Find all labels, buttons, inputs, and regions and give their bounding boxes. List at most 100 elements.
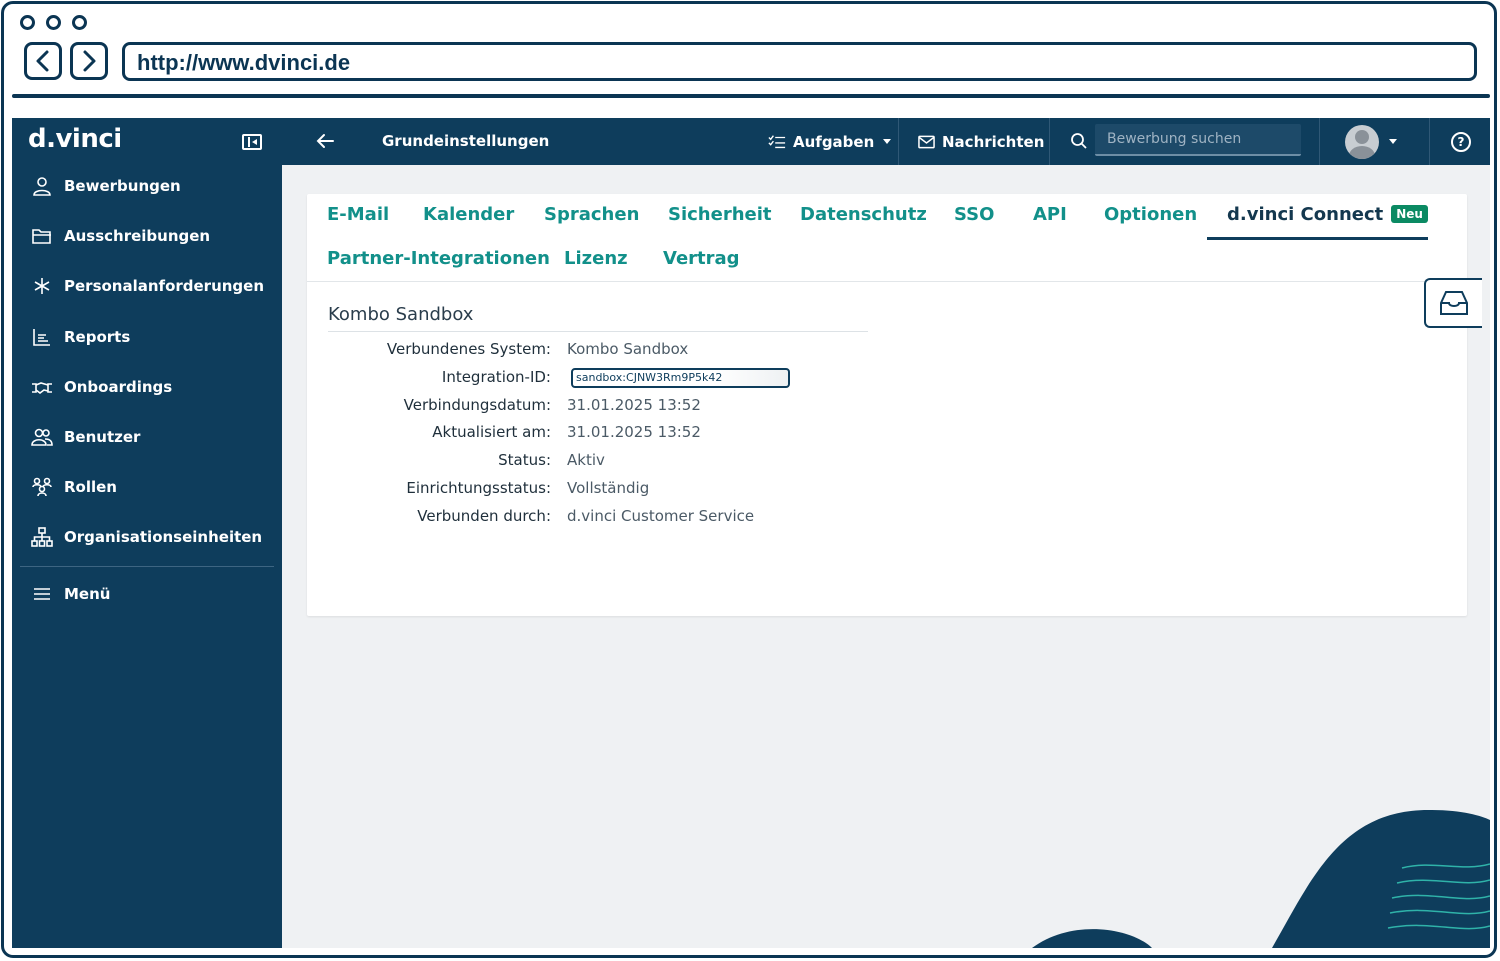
asterisk-icon xyxy=(30,274,54,298)
field-value: d.vinci Customer Service xyxy=(567,507,755,525)
browser-back-button[interactable] xyxy=(24,42,62,80)
messages-button[interactable]: Nachrichten xyxy=(918,118,1044,165)
tab-api[interactable]: API xyxy=(1033,204,1067,225)
url-text: http://www.dvinci.de xyxy=(137,50,351,75)
tasks-dropdown[interactable]: Aufgaben xyxy=(768,118,892,165)
search-icon[interactable] xyxy=(1070,132,1088,150)
field-label: Einrichtungsstatus: xyxy=(406,479,551,497)
sidebar: d.vinci Bewerbungen Ausschreibungen Pers… xyxy=(12,118,282,948)
sidebar-item-label: Bewerbungen xyxy=(64,177,181,195)
tab-kalender[interactable]: Kalender xyxy=(423,204,514,225)
topbar-separator xyxy=(1319,118,1320,165)
new-badge: Neu xyxy=(1391,205,1428,223)
active-tab-indicator xyxy=(1207,237,1428,240)
tasks-list-icon xyxy=(768,134,786,148)
tab-partner-integrationen[interactable]: Partner-Integrationen xyxy=(327,248,550,269)
chevron-right-icon xyxy=(83,50,96,72)
tab-label: d.vinci Connect xyxy=(1227,204,1384,225)
sidebar-item-label: Organisationseinheiten xyxy=(64,528,263,546)
sidebar-item-label: Onboardings xyxy=(64,378,173,396)
app-window: d.vinci Bewerbungen Ausschreibungen Pers… xyxy=(12,118,1490,948)
sidebar-item-menu[interactable]: Menü xyxy=(12,574,282,614)
hamburger-icon xyxy=(30,582,54,606)
chrome-divider xyxy=(12,94,1490,98)
topbar-separator xyxy=(898,118,899,165)
tab-sprachen[interactable]: Sprachen xyxy=(544,204,639,225)
settings-tabs: E-Mail Kalender Sprachen Sicherheit Date… xyxy=(307,194,1467,282)
search-input[interactable] xyxy=(1095,124,1301,154)
brand-logo[interactable]: d.vinci xyxy=(28,124,122,154)
field-row-integration-id: Integration-ID: xyxy=(307,368,1467,390)
tab-optionen[interactable]: Optionen xyxy=(1104,204,1197,225)
messages-label: Nachrichten xyxy=(942,132,1045,151)
field-label: Status: xyxy=(498,451,551,469)
sidebar-item-personalanforderungen[interactable]: Personalanforderungen xyxy=(12,266,282,306)
roles-icon xyxy=(30,475,54,499)
field-value: Aktiv xyxy=(567,451,605,469)
handshake-icon xyxy=(30,375,54,399)
users-icon xyxy=(30,425,54,449)
topbar-separator xyxy=(1049,118,1050,165)
sidebar-divider xyxy=(20,566,274,567)
tab-sso[interactable]: SSO xyxy=(954,204,994,225)
tab-email[interactable]: E-Mail xyxy=(327,204,389,225)
sidebar-item-label: Ausschreibungen xyxy=(64,227,211,245)
minimize-window-dot[interactable] xyxy=(46,15,61,30)
tab-vertrag[interactable]: Vertrag xyxy=(663,248,740,269)
person-icon xyxy=(30,174,54,198)
field-value: 31.01.2025 13:52 xyxy=(567,396,701,414)
tab-dvinci-connect[interactable]: d.vinci Connect Neu xyxy=(1227,204,1428,225)
field-label: Aktualisiert am: xyxy=(432,423,551,441)
field-row-updated: Aktualisiert am: 31.01.2025 13:52 xyxy=(307,423,1467,445)
chevron-down-icon xyxy=(883,139,892,144)
field-row-setup-status: Einrichtungsstatus: Vollständig xyxy=(307,479,1467,501)
chevron-left-icon xyxy=(36,50,49,72)
sidebar-item-label: Menü xyxy=(64,585,111,603)
chart-icon xyxy=(30,325,54,349)
field-value: 31.01.2025 13:52 xyxy=(567,423,701,441)
tasks-label: Aufgaben xyxy=(793,132,875,151)
decorative-wave xyxy=(1032,809,1490,948)
org-chart-icon xyxy=(30,525,54,549)
field-label: Verbunden durch: xyxy=(417,507,551,525)
topbar-separator xyxy=(1429,118,1430,165)
browser-forward-button[interactable] xyxy=(70,42,108,80)
sidebar-item-rollen[interactable]: Rollen xyxy=(12,467,282,507)
sidebar-item-organisationseinheiten[interactable]: Organisationseinheiten xyxy=(12,517,282,557)
window-controls xyxy=(20,15,87,30)
collapse-sidebar-icon[interactable] xyxy=(242,134,262,150)
section-title: Kombo Sandbox xyxy=(328,304,474,325)
integration-id-field[interactable]: sandbox:CJNW3Rm9P5k42 xyxy=(571,368,790,388)
field-label: Verbindungsdatum: xyxy=(403,396,551,414)
sidebar-item-benutzer[interactable]: Benutzer xyxy=(12,417,282,457)
field-label: Integration-ID: xyxy=(441,368,551,386)
sidebar-item-label: Personalanforderungen xyxy=(64,277,265,295)
avatar[interactable] xyxy=(1345,125,1379,159)
tab-lizenz[interactable]: Lizenz xyxy=(564,248,628,269)
sidebar-item-label: Rollen xyxy=(64,478,117,496)
breadcrumb: Grundeinstellungen xyxy=(382,132,550,150)
inbox-tray-button[interactable] xyxy=(1424,278,1482,328)
tab-datenschutz[interactable]: Datenschutz xyxy=(800,204,927,225)
sidebar-item-reports[interactable]: Reports xyxy=(12,317,282,357)
close-window-dot[interactable] xyxy=(20,15,35,30)
search-field[interactable] xyxy=(1095,124,1301,156)
maximize-window-dot[interactable] xyxy=(72,15,87,30)
folder-icon xyxy=(30,224,54,248)
chevron-down-icon[interactable] xyxy=(1389,139,1397,144)
sidebar-item-ausschreibungen[interactable]: Ausschreibungen xyxy=(12,216,282,256)
field-row-connection-date: Verbindungsdatum: 31.01.2025 13:52 xyxy=(307,396,1467,418)
mail-icon xyxy=(918,135,935,148)
sidebar-item-bewerbungen[interactable]: Bewerbungen xyxy=(12,166,282,206)
field-value: Vollständig xyxy=(567,479,650,497)
help-icon[interactable]: ? xyxy=(1451,132,1471,152)
sidebar-item-label: Reports xyxy=(64,328,131,346)
field-row-system: Verbundenes System: Kombo Sandbox xyxy=(307,340,1467,362)
address-bar[interactable]: http://www.dvinci.de xyxy=(122,42,1477,81)
inbox-icon xyxy=(1440,291,1468,315)
arrow-left-icon[interactable] xyxy=(314,130,336,152)
sidebar-item-onboardings[interactable]: Onboardings xyxy=(12,367,282,407)
section-divider xyxy=(328,331,868,332)
field-row-connected-by: Verbunden durch: d.vinci Customer Servic… xyxy=(307,507,1467,529)
tab-sicherheit[interactable]: Sicherheit xyxy=(668,204,772,225)
